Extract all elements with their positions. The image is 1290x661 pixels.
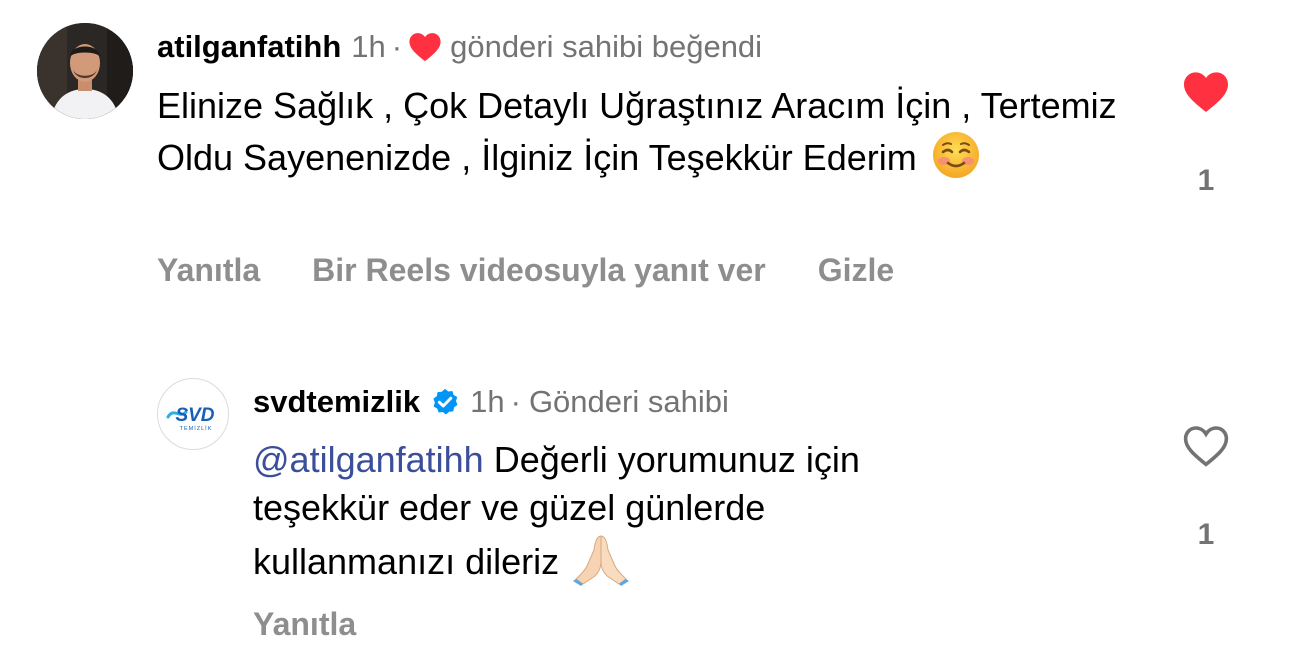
username[interactable]: svdtemizlik xyxy=(253,382,420,422)
mention-link[interactable]: @atilganfatihh xyxy=(253,439,484,480)
like-count: 1 xyxy=(1197,164,1215,197)
like-column: 1 xyxy=(1176,70,1236,198)
hide-button[interactable]: Gizle xyxy=(818,250,894,290)
separator-dot: · xyxy=(510,384,521,419)
verified-badge-icon xyxy=(433,388,458,415)
avatar[interactable] xyxy=(37,23,133,119)
svd-logo-icon: SVD TEMİZLİK xyxy=(159,380,227,448)
heart-filled-icon[interactable] xyxy=(1182,70,1230,114)
comment-item: atilganfatihh 1h · gönderi sahibi beğend… xyxy=(0,0,1290,330)
comment-time: 1h xyxy=(351,29,386,64)
separator-dot: · xyxy=(391,29,403,64)
reply-body: @atilganfatihh Değerli yorumunuz için te… xyxy=(253,436,953,586)
comment-body: Elinize Sağlık , Çok Detaylı Uğraştınız … xyxy=(157,82,1157,182)
logo-sub-text: TEMİZLİK xyxy=(180,425,213,432)
avatar-photo xyxy=(37,23,133,119)
logo-main-text: SVD xyxy=(175,405,214,426)
heart-outline-icon[interactable] xyxy=(1182,424,1230,468)
reels-reply-button[interactable]: Bir Reels videosuyla yanıt ver xyxy=(312,250,766,290)
like-column: 1 xyxy=(1176,424,1236,552)
reply-button[interactable]: Yanıtla xyxy=(253,604,356,644)
reply-header: svdtemizlik 1h · Gönderi sahibi xyxy=(253,382,729,422)
reply-button[interactable]: Yanıtla xyxy=(157,250,260,290)
like-count: 1 xyxy=(1197,518,1215,551)
smiling-face-emoji-icon xyxy=(932,132,979,178)
avatar[interactable]: SVD TEMİZLİK xyxy=(157,378,229,450)
folded-hands-emoji-icon xyxy=(573,535,630,586)
comment-actions: Yanıtla Bir Reels videosuyla yanıt ver G… xyxy=(157,250,894,290)
comment-header: atilganfatihh 1h · gönderi sahibi beğend… xyxy=(157,27,762,67)
owner-liked-label: gönderi sahibi beğendi xyxy=(450,29,763,64)
author-role-label: Gönderi sahibi xyxy=(528,384,729,419)
reply-actions: Yanıtla xyxy=(253,604,356,644)
heart-icon xyxy=(409,33,441,62)
reply-time: 1h xyxy=(470,384,505,419)
username[interactable]: atilganfatihh xyxy=(157,27,341,67)
